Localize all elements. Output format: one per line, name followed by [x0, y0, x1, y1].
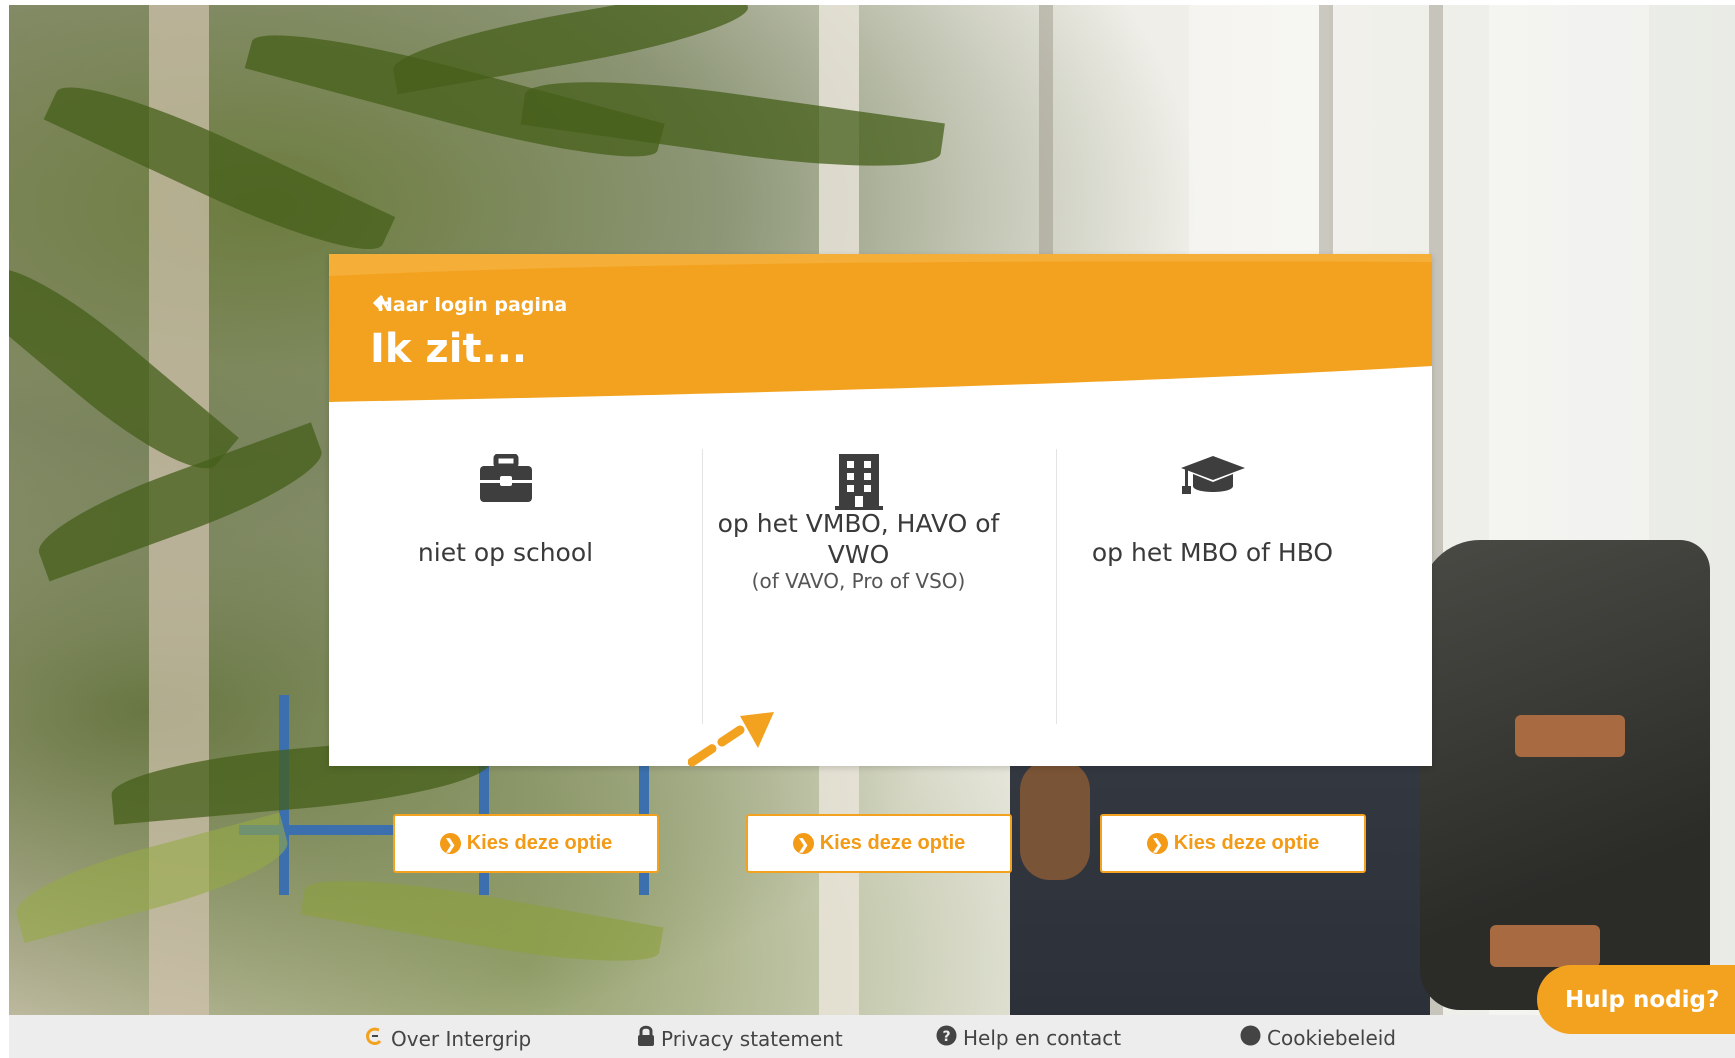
footer-link-label: Cookiebeleid — [1267, 1026, 1396, 1050]
back-link-label: Naar login pagina — [377, 294, 568, 316]
footer-link-cookies[interactable]: Cookiebeleid — [1240, 1025, 1396, 1051]
footer-link-label: Privacy statement — [661, 1026, 843, 1051]
backpack-strap — [1490, 925, 1600, 967]
palm-leaf — [389, 5, 753, 95]
footer-link-label: Over Intergrip — [391, 1026, 532, 1051]
question-circle-icon: ? — [936, 1025, 957, 1051]
intergrip-logo-icon — [363, 1025, 385, 1052]
backpack — [1420, 540, 1710, 1010]
footer-link-privacy[interactable]: Privacy statement — [637, 1025, 843, 1052]
palm-leaf — [520, 65, 945, 183]
school-type-card: Naar login pagina Ik zit... niet op scho… — [329, 254, 1432, 873]
chevron-circle-right-icon: ❯ — [792, 833, 814, 854]
backpack-strap — [1515, 715, 1625, 757]
choose-option-button[interactable]: ❯ Kies deze optie — [746, 814, 1012, 873]
option-title: op het VMBO, HAVO of VWO — [717, 509, 1000, 569]
option-title: op het MBO of HBO — [1091, 538, 1334, 567]
lock-icon — [637, 1025, 655, 1052]
chevron-circle-right-icon: ❯ — [439, 833, 461, 854]
pointer-arrow-icon — [687, 708, 778, 772]
briefcase-icon — [329, 454, 682, 514]
building-icon — [682, 454, 1035, 514]
svg-text:?: ? — [942, 1029, 950, 1045]
chevron-circle-right-icon: ❯ — [1146, 833, 1168, 854]
help-needed-button[interactable]: Hulp nodig? — [1537, 965, 1735, 1034]
button-label: Kies deze optie — [1173, 832, 1320, 854]
footer-link-label: Help en contact — [963, 1026, 1122, 1050]
button-label: Kies deze optie — [819, 832, 966, 854]
option-mbo-hbo: op het MBO of HBO ❯ Kies deze optie — [1036, 404, 1389, 873]
button-label: Kies deze optie — [466, 832, 613, 854]
choose-option-button[interactable]: ❯ Kies deze optie — [393, 814, 659, 873]
footer-bar: Over Intergrip Privacy statement ? Help … — [9, 1015, 1735, 1058]
footer-link-over-intergrip[interactable]: Over Intergrip — [363, 1025, 531, 1052]
option-title: niet op school — [417, 538, 594, 567]
option-subtitle: (of VAVO, Pro of VSO) — [751, 569, 966, 593]
footer-link-help[interactable]: ? Help en contact — [936, 1025, 1121, 1051]
palm-leaf — [43, 65, 396, 272]
choose-option-button[interactable]: ❯ Kies deze optie — [1100, 814, 1366, 873]
card-title: Ik zit... — [370, 326, 528, 372]
back-to-login-link[interactable]: Naar login pagina — [373, 294, 567, 316]
circle-icon — [1240, 1025, 1261, 1051]
card-header: Naar login pagina Ik zit... — [329, 254, 1432, 404]
person-arm — [1020, 760, 1090, 880]
option-niet-op-school: niet op school ❯ Kies deze optie — [329, 404, 682, 873]
graduation-cap-icon — [1036, 454, 1389, 514]
